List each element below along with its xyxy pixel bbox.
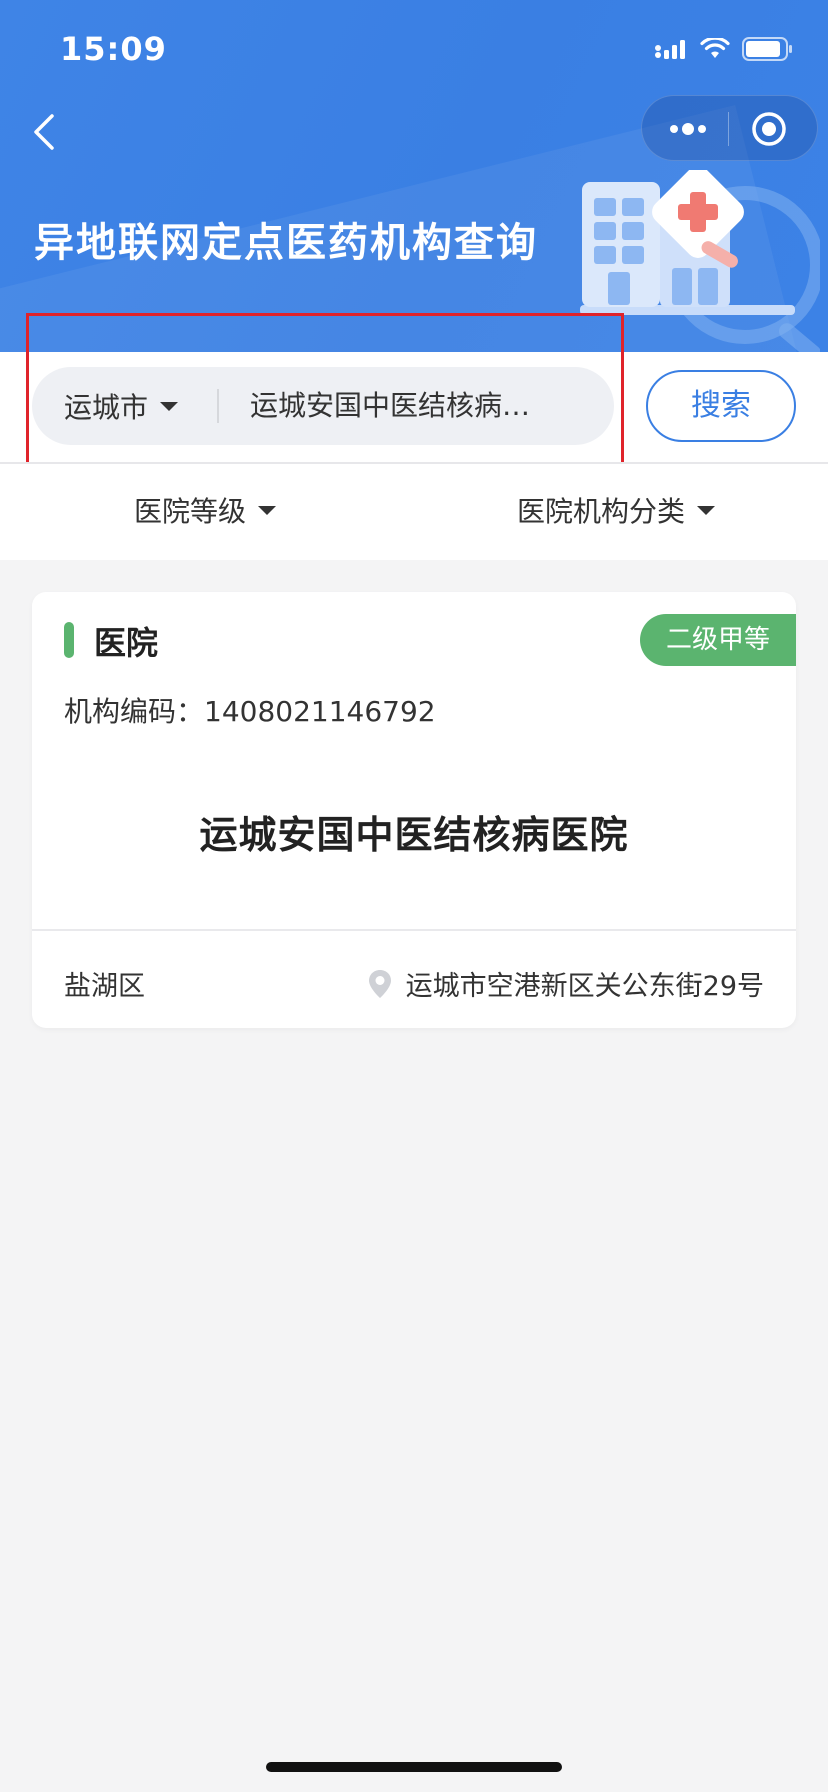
miniprogram-capsule (641, 95, 818, 161)
hospital-district: 盐湖区 (64, 971, 145, 1002)
caret-down-icon (258, 505, 277, 515)
close-button[interactable] (750, 110, 788, 148)
institution-type: 医院 (94, 624, 159, 662)
caret-down-icon (697, 505, 716, 515)
back-arrow-icon (34, 114, 54, 150)
hospital-level-filter[interactable]: 医院等级 (134, 490, 277, 530)
capsule-divider (728, 112, 729, 146)
status-bar: 15:09 (0, 0, 828, 100)
search-input[interactable]: 运城安国中医结核病… (250, 385, 590, 427)
institution-code-value: 1408021146792 (204, 695, 436, 728)
search-row: 运城市 运城安国中医结核病… 搜索 (0, 352, 828, 462)
hospital-address[interactable]: 运城市空港新区关公东街29号 (368, 964, 764, 1003)
more-button[interactable] (664, 116, 716, 142)
more-dots-icon (670, 123, 706, 135)
close-target-icon (752, 112, 786, 146)
card-divider (32, 929, 796, 931)
home-indicator[interactable] (266, 1762, 562, 1772)
status-time: 15:09 (60, 30, 167, 68)
wifi-icon (700, 38, 730, 58)
city-dropdown[interactable]: 运城市 (64, 387, 179, 425)
filter-row: 医院等级 医院机构分类 (0, 462, 828, 560)
search-box: 运城市 运城安国中医结核病… (32, 367, 614, 445)
hospital-name: 运城安国中医结核病医院 (199, 813, 629, 857)
institution-code-row: 机构编码：1408021146792 (64, 690, 436, 730)
search-button[interactable]: 搜索 (646, 370, 796, 442)
hospital-address-text: 运城市空港新区关公东街29号 (405, 971, 764, 1002)
institution-code-label: 机构编码： (64, 695, 205, 728)
signal-icon (655, 40, 685, 59)
status-icons (654, 36, 794, 62)
location-pin-icon (368, 969, 391, 998)
page-title: 异地联网定点医药机构查询 (34, 220, 538, 266)
header-banner: 15:09 异地联网定点医药机构查询 (0, 0, 828, 352)
hospital-category-filter-label: 医院机构分类 (517, 495, 686, 528)
caret-down-icon (160, 401, 179, 411)
search-divider (217, 389, 219, 423)
hospital-level-badge: 二级甲等 (640, 614, 796, 666)
city-dropdown-label: 运城市 (64, 391, 149, 424)
back-button[interactable] (26, 110, 66, 154)
hospital-illustration-icon (580, 170, 820, 352)
hospital-level-filter-label: 医院等级 (134, 495, 247, 528)
hospital-result-card[interactable]: 医院 二级甲等 机构编码：1408021146792 运城安国中医结核病医院 盐… (32, 592, 796, 1028)
type-indicator-bar (64, 622, 74, 658)
hospital-category-filter[interactable]: 医院机构分类 (517, 490, 716, 530)
battery-icon (742, 37, 792, 61)
